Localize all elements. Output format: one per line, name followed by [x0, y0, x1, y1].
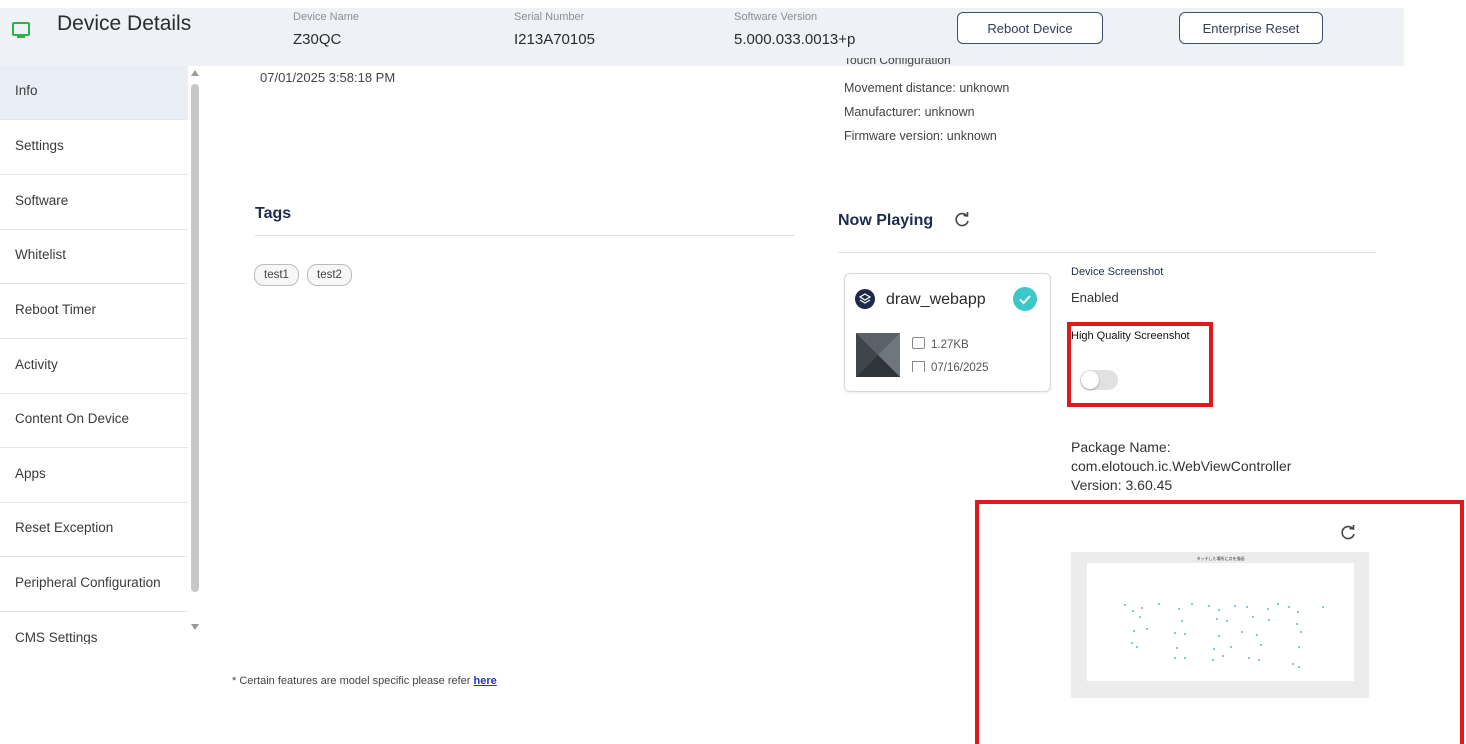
file-size-icon [912, 337, 925, 349]
sidebar-item-content-on-device[interactable]: Content On Device [0, 394, 188, 448]
download-icon [912, 361, 925, 372]
sidebar-item-reboot-timer[interactable]: Reboot Timer [0, 285, 188, 339]
software-version-value: 5.000.033.0013+p [734, 31, 856, 48]
now-playing-title: Now Playing [838, 212, 934, 229]
sidebar-item-peripheral-configuration[interactable]: Peripheral Configuration [0, 558, 188, 612]
info-timestamp: 07/01/2025 3:58:18 PM [260, 70, 396, 85]
sidebar-item-reset-exception[interactable]: Reset Exception [0, 503, 188, 557]
highlight-box-hq-screenshot [1067, 322, 1213, 407]
touch-config-title: Touch Configuration [844, 58, 951, 67]
footer-note-text: * Certain features are model specific pl… [232, 675, 471, 687]
device-name-label: Device Name [293, 11, 360, 23]
monitor-icon [12, 22, 30, 38]
refresh-icon[interactable] [953, 211, 971, 234]
tag-chip[interactable]: test2 [307, 264, 352, 286]
sidebar-item-cms-settings[interactable]: CMS Settings [0, 613, 188, 644]
page-title: Device Details [57, 12, 192, 35]
package-name-value: com.elotouch.ic.WebViewController [1071, 458, 1292, 474]
sidebar-item-info[interactable]: Info [0, 66, 188, 120]
software-version-label: Software Version [734, 11, 818, 23]
device-screenshot-status: Enabled [1071, 290, 1119, 305]
scroll-down-arrow-icon[interactable] [191, 624, 199, 630]
sidebar-scrollbar-thumb[interactable] [191, 84, 199, 592]
app-version: Version: 3.60.45 [1071, 477, 1173, 493]
footer-note: * Certain features are model specific pl… [232, 675, 497, 687]
now-playing-divider [838, 252, 1376, 253]
app-date: 07/16/2025 [931, 362, 989, 374]
check-circle-icon [1013, 287, 1037, 311]
sidebar-item-whitelist[interactable]: Whitelist [0, 230, 188, 284]
package-name-label: Package Name: [1071, 439, 1171, 455]
app-file-size: 1.27KB [931, 339, 969, 351]
app-name: draw_webapp [886, 291, 986, 308]
serial-number-value: I213A70105 [514, 31, 595, 48]
sidebar-item-software[interactable]: Software [0, 176, 188, 230]
tag-chip[interactable]: test1 [254, 264, 299, 286]
tags-title: Tags [255, 205, 292, 222]
enterprise-reset-button[interactable]: Enterprise Reset [1179, 12, 1323, 44]
device-name-value: Z30QC [293, 31, 342, 48]
touch-firmware-version: Firmware version: unknown [844, 129, 997, 143]
scroll-up-arrow-icon[interactable] [191, 70, 199, 76]
footer-here-link[interactable]: here [474, 675, 497, 687]
sidebar-nav: Info Settings Software Whitelist Reboot … [0, 66, 188, 644]
sidebar-item-settings[interactable]: Settings [0, 121, 188, 175]
app-thumbnail [856, 333, 900, 377]
tags-divider [255, 235, 795, 236]
highlight-box-screenshot-preview [975, 500, 1464, 744]
sidebar-item-apps[interactable]: Apps [0, 449, 188, 503]
app-layers-icon [855, 289, 875, 309]
serial-number-label: Serial Number [514, 11, 585, 23]
touch-manufacturer: Manufacturer: unknown [844, 105, 975, 119]
reboot-device-button[interactable]: Reboot Device [957, 12, 1103, 44]
device-screenshot-label: Device Screenshot [1071, 266, 1164, 278]
sidebar-item-activity[interactable]: Activity [0, 340, 188, 394]
touch-movement-distance: Movement distance: unknown [844, 81, 1010, 95]
